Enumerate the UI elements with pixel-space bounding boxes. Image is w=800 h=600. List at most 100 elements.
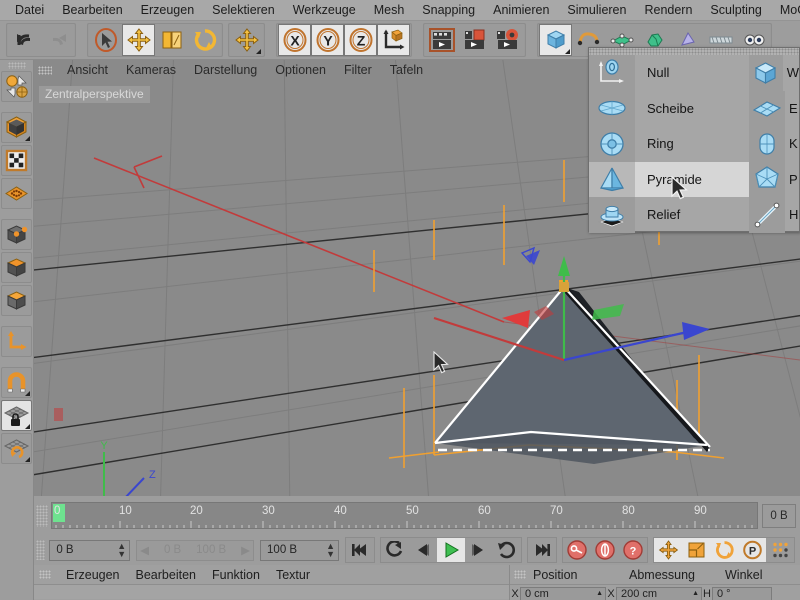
- start-frame-field[interactable]: 0 B ▲▼: [49, 540, 130, 561]
- dropdown-item-scheibe[interactable]: Scheibe: [589, 91, 749, 127]
- material-menu-bearbeiten[interactable]: Bearbeiten: [128, 565, 204, 585]
- primitives-dropdown-menu[interactable]: Null Scheibe: [588, 47, 800, 232]
- angle-h-field[interactable]: 0 °: [712, 587, 772, 600]
- dropdown-item-helix[interactable]: H: [749, 197, 799, 233]
- dropdown-item-null[interactable]: Null: [589, 55, 749, 91]
- step-back-button[interactable]: [409, 538, 437, 562]
- material-list-area[interactable]: [34, 585, 509, 599]
- live-selection-button[interactable]: [89, 24, 122, 56]
- key-scale-button[interactable]: [682, 538, 710, 562]
- play-backward-button[interactable]: [381, 538, 409, 562]
- primitive-cube-button[interactable]: [539, 24, 572, 56]
- key-options-button[interactable]: ?: [619, 538, 647, 562]
- point-mode-button[interactable]: [1, 219, 32, 250]
- material-panel-grip[interactable]: [39, 570, 51, 579]
- size-x-value: 200 cm: [621, 588, 657, 600]
- coordinates-panel-grip[interactable]: [514, 570, 526, 579]
- material-menu-erzeugen[interactable]: Erzeugen: [58, 565, 128, 585]
- scale-tool-button[interactable]: [155, 24, 188, 56]
- dropdown-item-platonisch[interactable]: P: [749, 162, 799, 198]
- loop-button[interactable]: [493, 538, 521, 562]
- menu-item-animieren[interactable]: Animieren: [484, 0, 558, 21]
- preview-range-field[interactable]: ◀ 0 B 100 B ▶: [136, 540, 254, 561]
- render-region-button[interactable]: [458, 24, 491, 56]
- spinner-icon[interactable]: ▲▼: [326, 542, 335, 558]
- axis-modify-button[interactable]: [1, 326, 32, 357]
- menu-item-selektieren[interactable]: Selektieren: [203, 0, 284, 21]
- viewport-grip[interactable]: [38, 66, 52, 75]
- key-position-button[interactable]: [654, 538, 682, 562]
- dropdown-item-relief[interactable]: Relief: [589, 197, 749, 233]
- dropdown-item-kapsel[interactable]: K: [749, 126, 799, 162]
- viewport-menu-kameras[interactable]: Kameras: [117, 60, 185, 81]
- timeline-ruler[interactable]: 0 10 20 30 40 50 60 70 80 90 100: [51, 502, 758, 529]
- position-x-field[interactable]: 0 cm ▲: [520, 587, 606, 600]
- render-preview-button[interactable]: [1, 71, 32, 102]
- dropdown-grip[interactable]: [589, 48, 799, 55]
- autokey-button[interactable]: [591, 538, 619, 562]
- undo-button[interactable]: [8, 24, 41, 56]
- end-frame-field[interactable]: 100 B ▲▼: [260, 540, 339, 561]
- axis-x-button[interactable]: X: [278, 24, 311, 56]
- palette-grip[interactable]: [8, 62, 26, 69]
- spinner-icon[interactable]: ▲: [596, 590, 603, 597]
- render-settings-button[interactable]: [491, 24, 524, 56]
- spinner-icon[interactable]: ▲: [692, 590, 699, 597]
- dropdown-item-ebene[interactable]: E: [749, 91, 799, 127]
- viewport-menu-darstellung[interactable]: Darstellung: [185, 60, 266, 81]
- record-key-button[interactable]: [563, 538, 591, 562]
- playbar-grip[interactable]: [36, 540, 45, 560]
- material-menu-textur[interactable]: Textur: [268, 565, 318, 585]
- dropdown-item-ring[interactable]: Ring: [589, 126, 749, 162]
- viewport-menu-ansicht[interactable]: Ansicht: [58, 60, 117, 81]
- workplane-button[interactable]: [1, 433, 32, 464]
- texture-axis-button[interactable]: [1, 145, 32, 176]
- viewport-menu-tafeln[interactable]: Tafeln: [381, 60, 432, 81]
- axis-y-button[interactable]: Y: [311, 24, 344, 56]
- menu-item-mesh[interactable]: Mesh: [365, 0, 414, 21]
- dropdown-item-wuerfel[interactable]: W: [749, 55, 799, 91]
- workplane-lock-button[interactable]: [1, 400, 32, 431]
- polygon-mode-button[interactable]: [1, 285, 32, 316]
- timeline-end-field[interactable]: 0 B: [762, 504, 796, 528]
- redo-button[interactable]: [41, 24, 74, 56]
- viewport-menu-filter[interactable]: Filter: [335, 60, 381, 81]
- menu-item-rendern[interactable]: Rendern: [635, 0, 701, 21]
- render-view-button[interactable]: [425, 24, 458, 56]
- go-to-start-button[interactable]: [346, 538, 374, 562]
- dropdown-item-pyramide[interactable]: Pyramide: [589, 162, 749, 198]
- menu-item-erzeugen[interactable]: Erzeugen: [132, 0, 204, 21]
- menu-item-datei[interactable]: Datei: [6, 0, 53, 21]
- viewport-menu-optionen[interactable]: Optionen: [266, 60, 335, 81]
- spinner-icon[interactable]: ▲▼: [117, 542, 126, 558]
- size-x-field[interactable]: 200 cm ▲: [616, 587, 702, 600]
- range-left-arrow-icon[interactable]: ◀: [140, 543, 149, 557]
- step-forward-button[interactable]: [465, 538, 493, 562]
- edge-mode-button[interactable]: [1, 252, 32, 283]
- move-tool-button[interactable]: [122, 24, 155, 56]
- axis-z-button[interactable]: Z: [344, 24, 377, 56]
- timeline-grip[interactable]: [36, 505, 48, 527]
- make-editable-button[interactable]: [1, 112, 32, 143]
- play-button[interactable]: [437, 538, 465, 562]
- key-param-button[interactable]: P: [738, 538, 766, 562]
- menu-item-bearbeiten[interactable]: Bearbeiten: [53, 0, 131, 21]
- move-axis-button[interactable]: [230, 24, 263, 56]
- key-rotation-button[interactable]: [710, 538, 738, 562]
- magnet-button[interactable]: [1, 367, 32, 398]
- range-right-arrow-icon[interactable]: ▶: [241, 543, 250, 557]
- menu-item-simulieren[interactable]: Simulieren: [558, 0, 635, 21]
- menu-item-mograph[interactable]: MoGraph: [771, 0, 800, 21]
- menu-item-snapping[interactable]: Snapping: [413, 0, 484, 21]
- material-menu-funktion[interactable]: Funktion: [204, 565, 268, 585]
- world-coordinates-button[interactable]: [377, 24, 410, 56]
- material-manager-menu: Erzeugen Bearbeiten Funktion Textur: [34, 565, 509, 585]
- angle-h-value: 0 °: [717, 588, 731, 600]
- dropdown-icon-slot: [749, 55, 783, 91]
- key-pla-button[interactable]: [766, 538, 794, 562]
- viewport-solo-button[interactable]: [1, 178, 32, 209]
- menu-item-sculpting[interactable]: Sculpting: [701, 0, 770, 21]
- menu-item-werkzeuge[interactable]: Werkzeuge: [284, 0, 365, 21]
- go-to-end-button[interactable]: [528, 538, 556, 562]
- rotate-tool-button[interactable]: [188, 24, 221, 56]
